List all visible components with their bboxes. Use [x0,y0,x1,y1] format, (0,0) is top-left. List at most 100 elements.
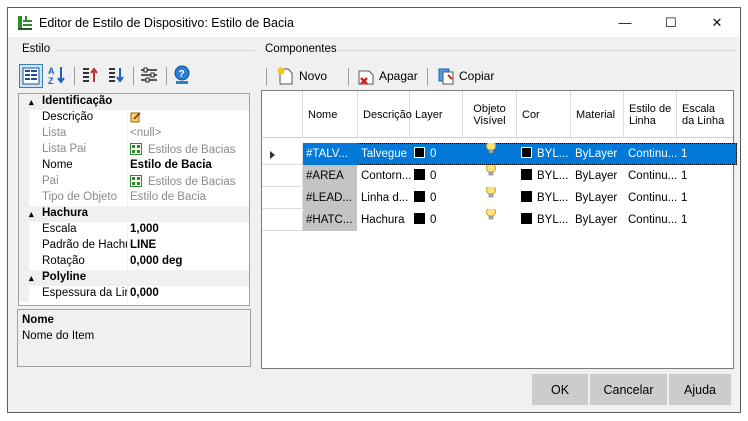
lightbulb-icon[interactable] [485,187,497,200]
cell-layer[interactable]: 0 [411,165,464,187]
property-name: Padrão de Hachu [42,239,128,251]
property-value[interactable]: <null> [130,127,248,139]
collapse-icon[interactable]: ▴ [29,273,34,284]
property-value[interactable]: LINE [130,239,248,251]
column-header-cor[interactable]: Cor [517,91,571,138]
property-value[interactable]: Estilos de Bacias [130,175,248,188]
property-value[interactable]: 1,000 [130,223,248,235]
cell-nome[interactable]: #TALV... [303,143,357,165]
property-value[interactable]: Estilo de Bacia [130,159,248,171]
row-gutter [19,174,29,190]
cell-nome[interactable]: #LEAD... [303,187,357,209]
cell-estilo-linha[interactable]: Continu... [625,209,678,231]
lightbulb-icon[interactable] [485,209,497,222]
property-value[interactable]: 0,000 [130,287,248,299]
new-component-button[interactable]: Novo [276,65,327,87]
cell-material[interactable]: ByLayer [572,187,625,209]
move-down-button[interactable] [105,64,129,88]
column-header-escala-linha[interactable]: Escala da Linha [677,91,733,138]
row-header[interactable] [262,166,303,187]
cell-estilo-linha[interactable]: Continu... [625,187,678,209]
collapse-icon[interactable]: ▴ [29,97,34,108]
cell-objeto-visivel[interactable] [464,165,518,187]
cell-cor[interactable]: BYL... [518,187,572,209]
column-divider [127,222,128,238]
property-value[interactable]: 0,000 deg [130,255,248,267]
sort-alphabetical-button[interactable]: A Z [46,64,70,88]
ok-button[interactable]: OK [532,374,588,405]
edit-text-icon[interactable] [130,111,142,123]
property-value[interactable]: Estilos de Bacias [130,143,248,156]
property-row[interactable]: Nome Estilo de Bacia [19,158,249,174]
color-swatch [521,147,532,158]
cell-material[interactable]: ByLayer [572,143,625,165]
cancel-button[interactable]: Cancelar [590,374,667,405]
cell-objeto-visivel[interactable] [464,187,518,209]
cell-escala-linha[interactable]: 1 [678,143,733,165]
property-row[interactable]: Rotação 0,000 deg [19,254,249,270]
cell-cor[interactable]: BYL... [518,165,572,187]
cell-material[interactable]: ByLayer [572,165,625,187]
property-row[interactable]: Lista Pai Estilos de Bacias [19,142,249,158]
cell-layer[interactable]: 0 [411,209,464,231]
column-header-material[interactable]: Material [571,91,624,138]
properties-settings-button[interactable] [138,64,162,88]
property-category[interactable]: ▴ Polyline [19,270,249,286]
lightbulb-icon[interactable] [485,143,497,156]
table-row[interactable]: #AREA Contorn... 0 BYL... ByLayer Continu... 1 [303,165,737,187]
column-header-layer[interactable]: Layer [410,91,463,138]
property-row[interactable]: Tipo de Objeto Estilo de Bacia [19,190,249,206]
property-row[interactable]: Padrão de Hachu LINE [19,238,249,254]
cell-objeto-visivel[interactable] [464,209,518,231]
delete-component-button[interactable]: Apagar [356,65,418,87]
cell-escala-linha[interactable]: 1 [678,165,733,187]
move-up-button[interactable] [79,64,103,88]
cell-estilo-linha[interactable]: Continu... [625,165,678,187]
cell-objeto-visivel[interactable] [464,143,518,165]
row-gutter [19,142,29,158]
cell-nome[interactable]: #HATC... [303,209,357,231]
property-row[interactable]: Escala 1,000 [19,222,249,238]
cell-layer[interactable]: 0 [411,143,464,165]
table-row[interactable]: #LEAD... Linha d... 0 BYL... ByLayer Continu.… [303,187,737,209]
collapse-icon[interactable]: ▴ [29,209,34,220]
copy-component-button[interactable]: Copiar [436,65,494,87]
minimize-button[interactable]: — [602,8,648,37]
property-row[interactable]: Pai Estilos de Bacias [19,174,249,190]
property-row[interactable]: Espessura da Lir 0,000 [19,286,249,302]
cell-descricao[interactable]: Hachura [358,209,411,231]
help-button[interactable]: ? [171,64,195,88]
cell-cor[interactable]: BYL... [518,209,572,231]
cell-escala-linha[interactable]: 1 [678,187,733,209]
property-row[interactable]: Descrição [19,110,249,126]
cell-material[interactable]: ByLayer [572,209,625,231]
property-value[interactable] [130,111,248,124]
maximize-button[interactable]: ☐ [648,8,694,37]
cell-descricao[interactable]: Contorn... [358,165,411,187]
cell-cor[interactable]: BYL... [518,143,572,165]
cell-descricao[interactable]: Linha d... [358,187,411,209]
cell-layer[interactable]: 0 [411,187,464,209]
table-row[interactable]: #HATC... Hachura 0 BYL... ByLayer Continu... 1 [303,209,737,231]
property-row[interactable]: Lista <null> [19,126,249,142]
cell-descricao[interactable]: Talvegue [358,143,411,165]
column-header-nome[interactable]: Nome [303,91,358,138]
cell-nome[interactable]: #AREA [303,165,357,187]
property-category[interactable]: ▴ Hachura [19,206,249,222]
property-value[interactable]: Estilo de Bacia [130,191,248,203]
cell-escala-linha[interactable]: 1 [678,209,733,231]
layer-color-swatch [414,213,425,224]
lightbulb-icon[interactable] [485,165,497,178]
cell-estilo-linha[interactable]: Continu... [625,143,678,165]
column-header-descricao[interactable]: Descrição [358,91,412,138]
close-button[interactable]: ✕ [694,8,740,37]
property-category[interactable]: ▴ Identificação [19,94,249,110]
row-header[interactable] [262,210,303,231]
column-header-estilo-linha[interactable]: Estilo de Linha [624,91,677,138]
row-header[interactable] [262,188,303,209]
help-dialog-button[interactable]: Ajuda [669,374,731,405]
column-header-objeto-visivel[interactable]: Objeto Visível [463,91,517,138]
categorized-view-button[interactable] [19,64,43,88]
row-header[interactable] [262,144,303,165]
table-row[interactable]: #TALV... Talvegue 0 BYL... ByLayer Continu...… [303,143,737,165]
